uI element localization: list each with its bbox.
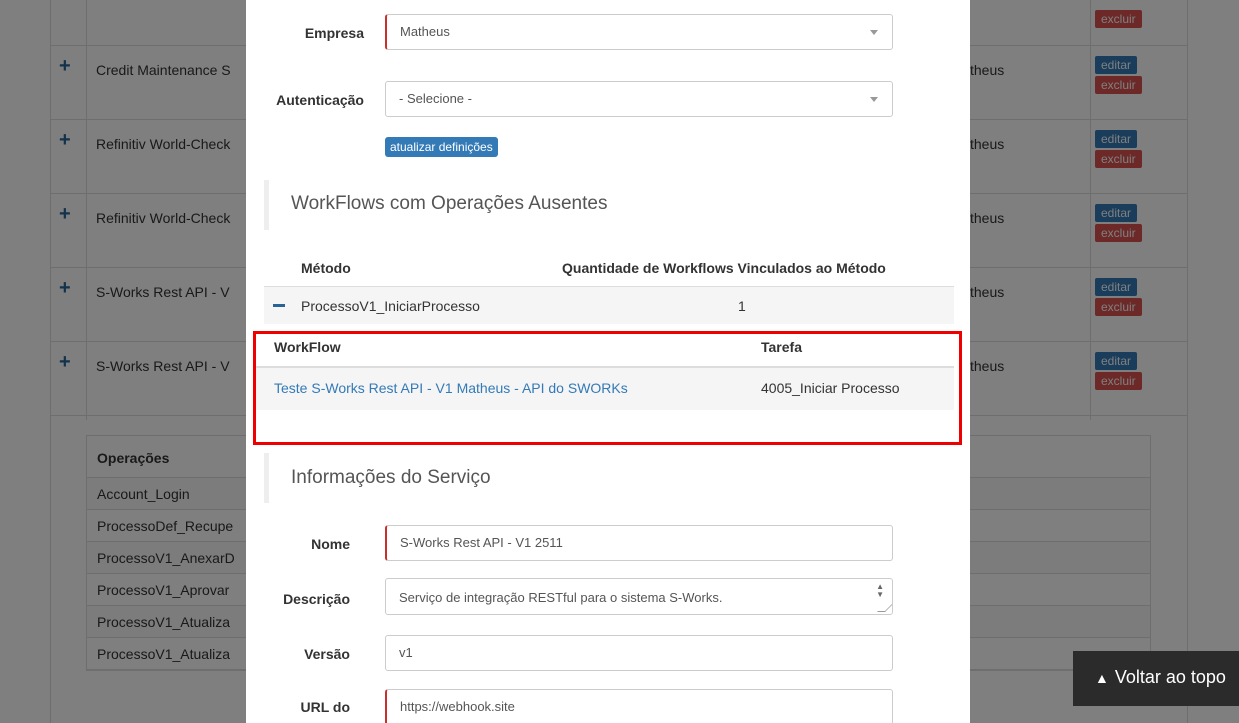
url-value: https://webhook.site xyxy=(400,699,515,714)
versao-value: v1 xyxy=(399,645,413,660)
chevron-up-icon: ▲ xyxy=(1095,670,1109,686)
highlight-annotation xyxy=(253,331,962,445)
empresa-select[interactable]: Matheus xyxy=(385,14,893,50)
url-label: URL do xyxy=(300,699,350,715)
update-definitions-button[interactable]: atualizar definições xyxy=(385,137,498,157)
chevron-down-icon xyxy=(870,30,878,35)
service-info-heading: Informações do Serviço xyxy=(264,453,884,503)
col-method: Método xyxy=(301,260,351,276)
nome-field[interactable]: S-Works Rest API - V1 2511 xyxy=(385,525,893,561)
nome-value: S-Works Rest API - V1 2511 xyxy=(400,535,563,550)
collapse-icon[interactable] xyxy=(273,304,285,307)
nome-label: Nome xyxy=(311,536,350,552)
resize-handle-icon[interactable] xyxy=(877,604,892,612)
empresa-label: Empresa xyxy=(304,25,364,41)
autenticacao-select[interactable]: - Selecione - xyxy=(385,81,893,117)
missing-workflows-title: WorkFlows com Operações Ausentes xyxy=(291,193,608,214)
versao-label: Versão xyxy=(304,646,350,662)
autenticacao-value: - Selecione - xyxy=(399,91,472,106)
chevron-down-icon xyxy=(870,97,878,102)
service-info-title: Informações do Serviço xyxy=(291,467,491,488)
versao-field[interactable]: v1 xyxy=(385,635,893,671)
descricao-value: Serviço de integração RESTful para o sis… xyxy=(399,590,723,605)
descricao-label: Descrição xyxy=(283,591,350,607)
method-workflow-count: 1 xyxy=(738,298,746,314)
method-name: ProcessoV1_IniciarProcesso xyxy=(301,298,480,314)
empresa-value: Matheus xyxy=(400,24,450,39)
method-row[interactable]: ProcessoV1_IniciarProcesso 1 xyxy=(264,286,954,324)
autenticacao-label: Autenticação xyxy=(276,92,364,108)
back-to-top-label: Voltar ao topo xyxy=(1114,667,1226,687)
url-field[interactable]: https://webhook.site xyxy=(385,689,893,723)
spinner-icon[interactable]: ▲ ▼ xyxy=(876,583,884,599)
back-to-top-button[interactable]: ▲ Voltar ao topo xyxy=(1073,651,1239,706)
missing-workflows-heading: WorkFlows com Operações Ausentes xyxy=(264,180,884,230)
descricao-textarea[interactable]: Serviço de integração RESTful para o sis… xyxy=(385,578,893,615)
col-workflow-count: Quantidade de Workflows Vinculados ao Mé… xyxy=(562,260,886,276)
